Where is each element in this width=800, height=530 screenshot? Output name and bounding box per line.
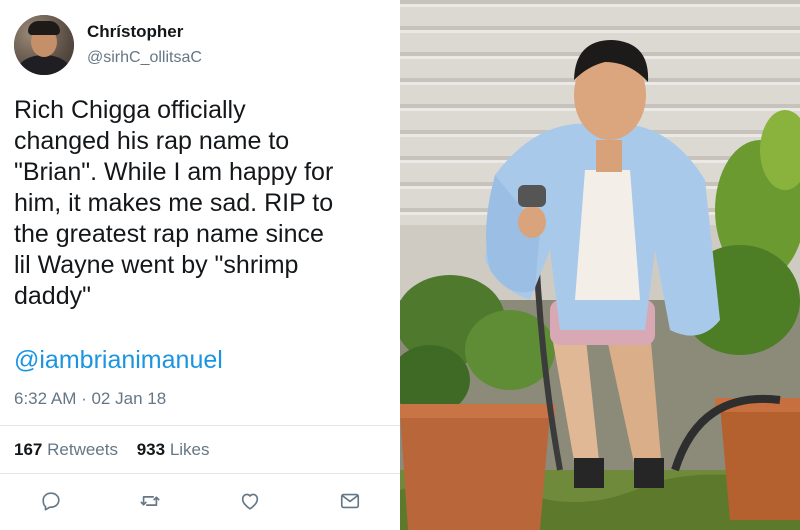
reply-icon[interactable] xyxy=(38,488,64,514)
action-bar xyxy=(0,488,400,514)
avatar-hair xyxy=(28,21,60,35)
retweets-label: Retweets xyxy=(47,440,118,459)
likes-count: 933 xyxy=(136,440,166,459)
likes-label: Likes xyxy=(169,440,210,459)
avatar[interactable] xyxy=(14,15,74,75)
attached-photo[interactable] xyxy=(400,0,800,530)
divider xyxy=(0,473,400,474)
display-name[interactable]: Chrístopher xyxy=(87,22,183,42)
mention-link[interactable]: @iambrianimanuel xyxy=(14,346,223,375)
engagement-stats: 167 Retweets 933 Likes xyxy=(14,440,224,460)
tweet-card: Chrístopher @sirhC_ollitsaC Rich Chigga … xyxy=(0,0,400,530)
divider xyxy=(0,425,400,426)
likes-stat[interactable]: 933 Likes xyxy=(137,440,210,460)
retweets-stat[interactable]: 167 Retweets xyxy=(14,440,118,460)
direct-message-icon[interactable] xyxy=(337,488,363,514)
retweet-icon[interactable] xyxy=(137,488,163,514)
tweet-text: Rich Chigga officially changed his rap n… xyxy=(14,96,334,310)
tweet-timestamp[interactable]: 6:32 AM · 02 Jan 18 xyxy=(14,389,166,409)
photo-illustration xyxy=(400,0,800,530)
retweets-count: 167 xyxy=(14,440,43,459)
user-handle[interactable]: @sirhC_ollitsaC xyxy=(87,49,202,67)
like-icon[interactable] xyxy=(237,488,263,514)
